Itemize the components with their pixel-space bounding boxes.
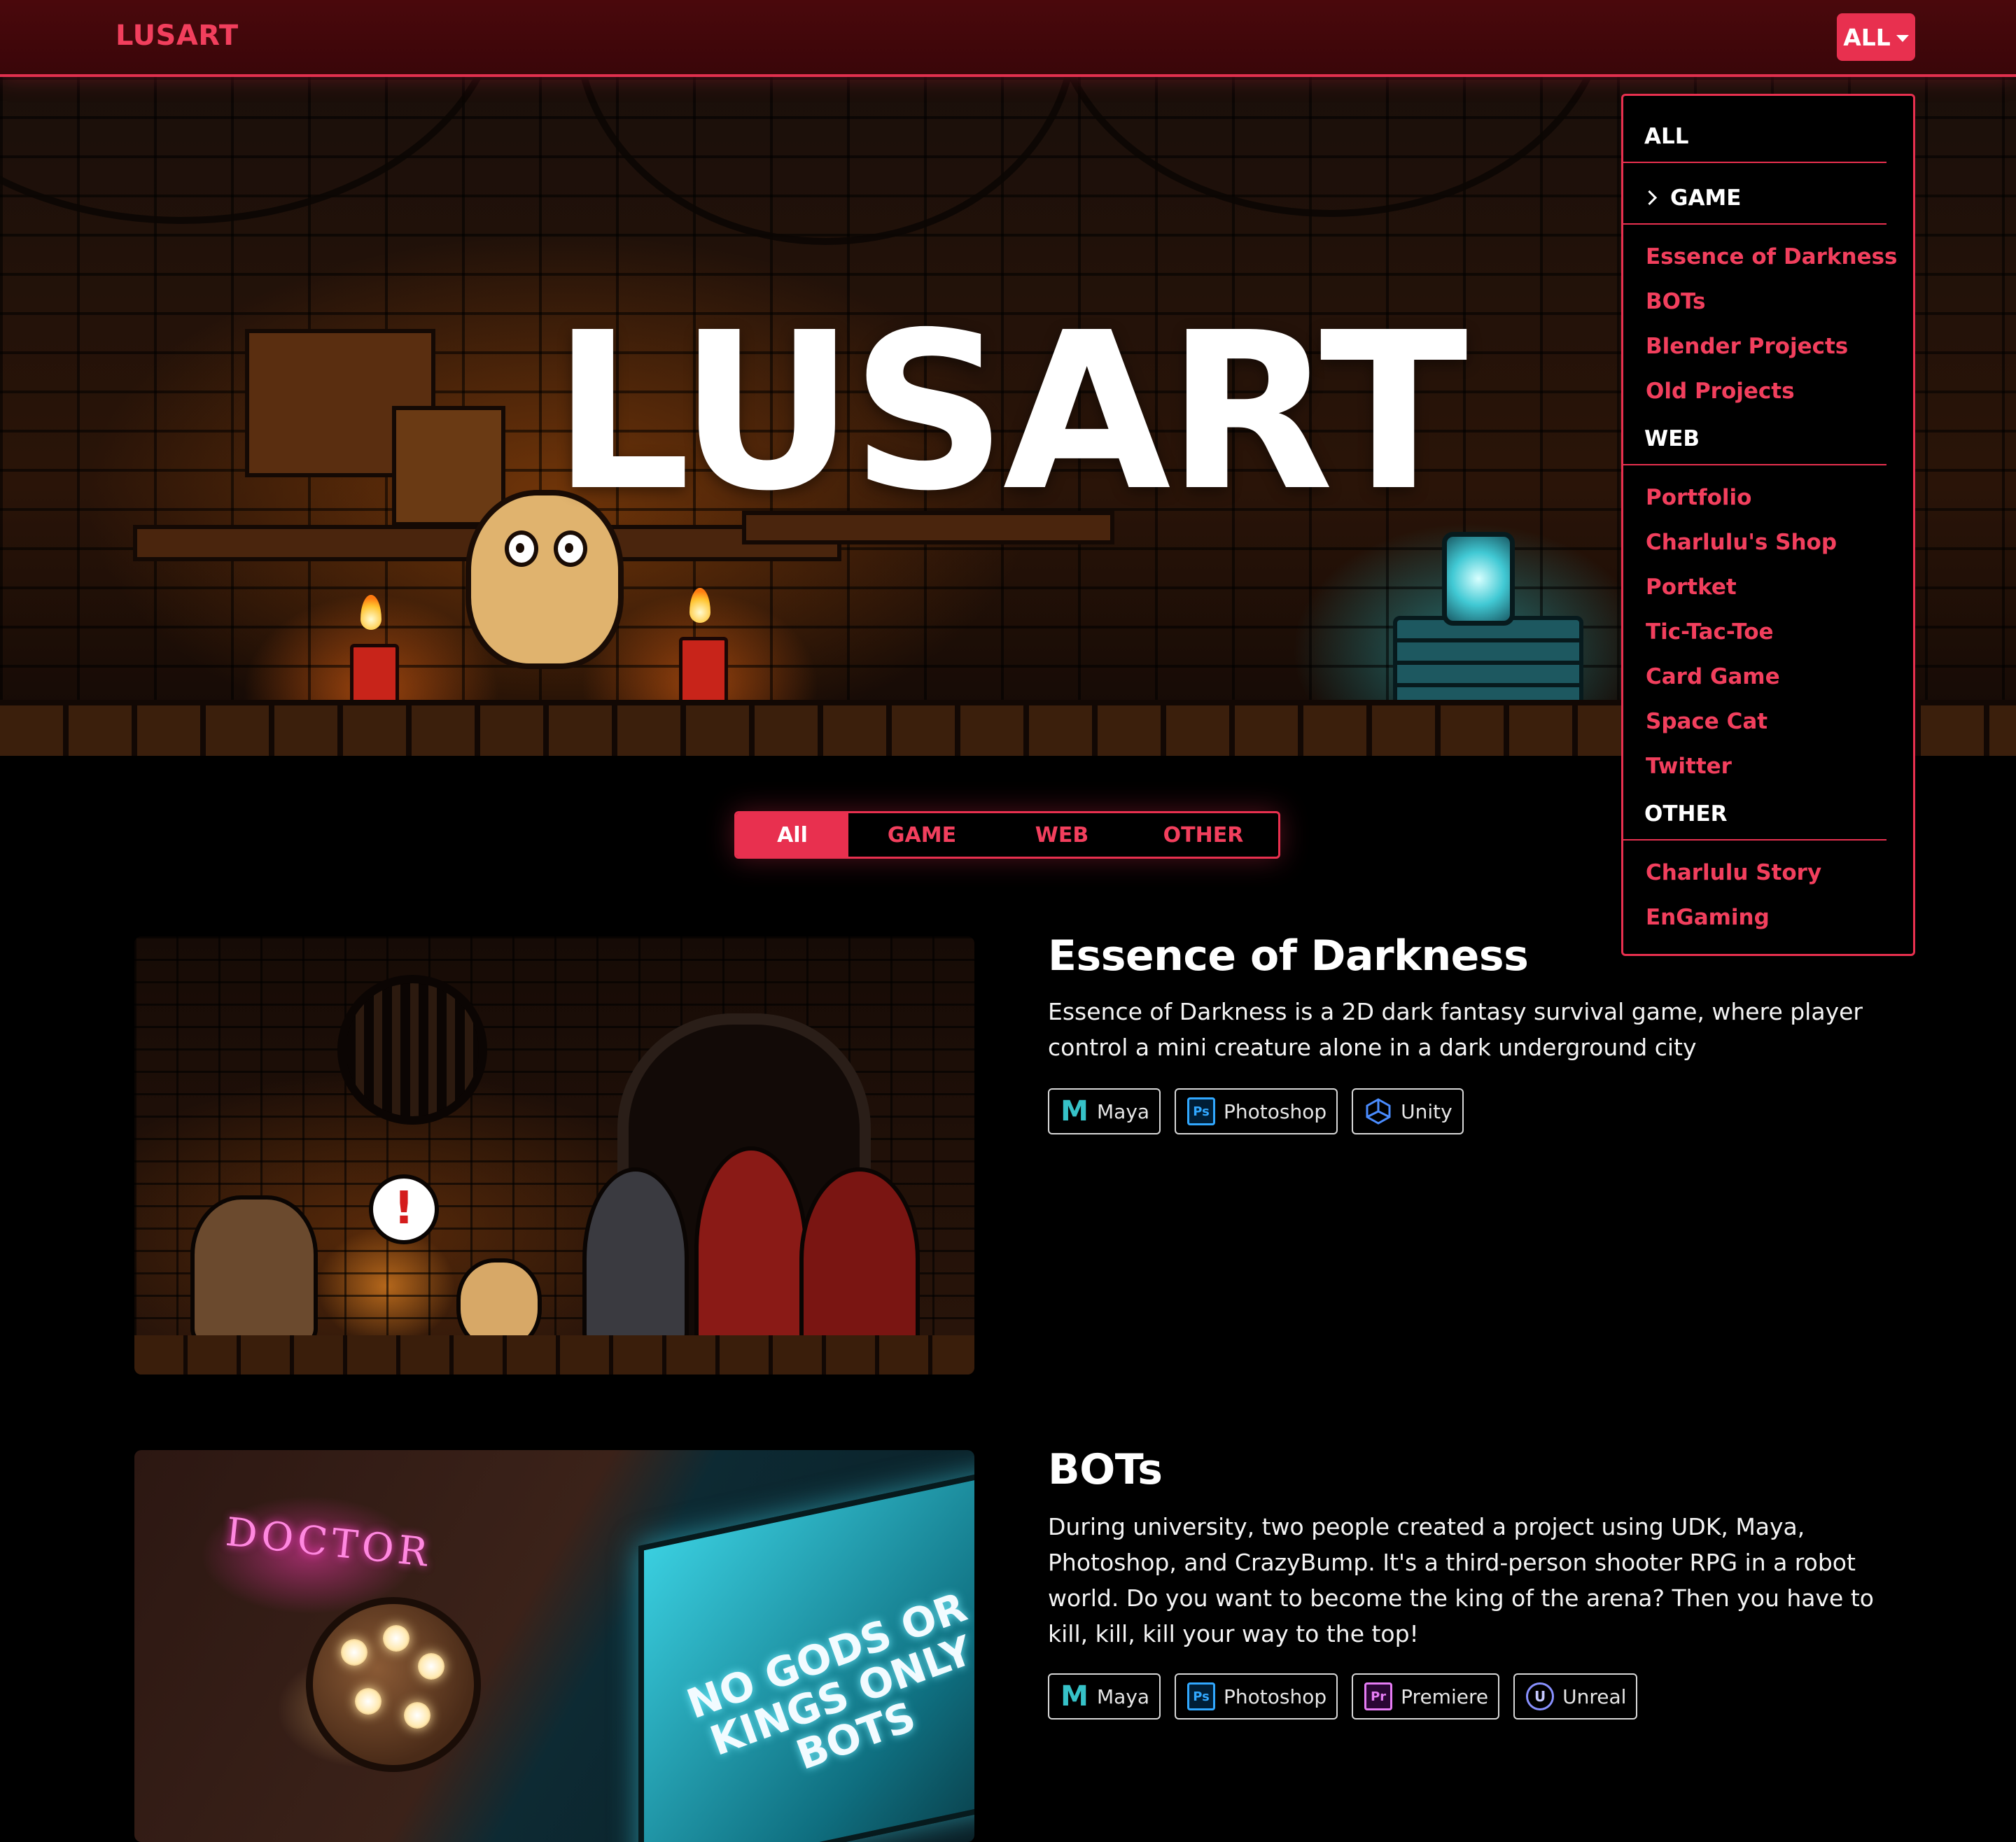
dropdown-item-blender-projects[interactable]: Blender Projects: [1646, 334, 1848, 359]
round-grate-window: [337, 975, 487, 1125]
character-figure: [190, 1195, 318, 1344]
hero-books: [1393, 616, 1583, 708]
tag-unity: Unity: [1352, 1088, 1464, 1134]
creature-eye: [505, 530, 538, 567]
tag-premiere: Pr Premiere: [1352, 1673, 1500, 1720]
dropdown-item-bots[interactable]: BOTs: [1646, 289, 1705, 314]
filter-tab-all[interactable]: All: [736, 813, 848, 857]
character-hooded: [694, 1146, 808, 1351]
tag-label: Maya: [1097, 1685, 1150, 1708]
exclamation-icon: !: [369, 1174, 439, 1244]
tag-label: Photoshop: [1224, 1099, 1327, 1123]
filter-tab-other[interactable]: OTHER: [1128, 813, 1278, 857]
dropdown-group-other[interactable]: OTHER: [1644, 801, 1728, 827]
tag-label: Maya: [1097, 1099, 1150, 1123]
dropdown-item-charlulus-shop[interactable]: Charlulu's Shop: [1646, 530, 1837, 555]
maya-icon: M: [1060, 1680, 1088, 1713]
photoshop-icon: Ps: [1187, 1682, 1216, 1710]
character-hooded: [799, 1167, 920, 1351]
character-ghost: [582, 1167, 689, 1351]
brand-logo[interactable]: LUSART: [115, 20, 239, 52]
chevron-right-icon: [1642, 190, 1658, 206]
unreal-icon: U: [1526, 1682, 1555, 1710]
tag-label: Photoshop: [1224, 1685, 1327, 1708]
dropdown-group-game[interactable]: GAME: [1642, 185, 1742, 211]
dropdown-item-twitter[interactable]: Twitter: [1646, 754, 1732, 779]
project-title[interactable]: Essence of Darkness: [1048, 935, 1529, 977]
dropdown-divider: [1623, 839, 1886, 841]
dropdown-item-portket[interactable]: Portket: [1646, 575, 1737, 600]
dropdown-item-essence-of-darkness[interactable]: Essence of Darkness: [1646, 244, 1898, 269]
robot-light: [404, 1702, 430, 1729]
dropdown-group-web[interactable]: WEB: [1644, 426, 1700, 451]
filter-tab-web[interactable]: WEB: [995, 813, 1128, 857]
unity-icon: [1364, 1097, 1392, 1125]
tag-photoshop: Ps Photoshop: [1175, 1673, 1338, 1720]
tag-unreal: U Unreal: [1513, 1673, 1638, 1720]
project-title[interactable]: BOTs: [1048, 1449, 1163, 1491]
project-tags: M Maya Ps Photoshop Unity: [1048, 1088, 1464, 1134]
tag-label: Unity: [1401, 1099, 1452, 1123]
tag-photoshop: Ps Photoshop: [1175, 1088, 1338, 1134]
project-image-bots[interactable]: DOCTOR NO GODS OR KINGS ONLY BOTS: [134, 1450, 974, 1842]
dropdown-item-all[interactable]: ALL: [1644, 124, 1689, 149]
project-description: During university, two people created a …: [1048, 1513, 1874, 1647]
dropdown-item-tic-tac-toe[interactable]: Tic-Tac-Toe: [1646, 619, 1774, 645]
project-image-essence-of-darkness[interactable]: !: [134, 936, 974, 1375]
category-dropdown-button[interactable]: ALL: [1837, 13, 1915, 61]
dropdown-item-space-cat[interactable]: Space Cat: [1646, 709, 1768, 734]
dropdown-item-card-game[interactable]: Card Game: [1646, 664, 1780, 689]
tag-label: Unreal: [1562, 1685, 1627, 1708]
lantern-icon: [1442, 532, 1515, 626]
category-filter-tabs: All GAME WEB OTHER: [734, 811, 1280, 859]
project-description: Essence of Darkness is a 2D dark fantasy…: [1048, 998, 1863, 1061]
dropdown-divider: [1623, 464, 1886, 465]
robot-light: [355, 1688, 382, 1715]
tag-label: Premiere: [1401, 1685, 1489, 1708]
candle: [679, 637, 728, 707]
dropdown-divider: [1623, 223, 1886, 225]
project-tags: M Maya Ps Photoshop Pr Premiere U Unreal: [1048, 1673, 1638, 1720]
filter-tab-game[interactable]: GAME: [848, 813, 995, 857]
image-floor: [134, 1335, 974, 1375]
dropdown-item-engaming[interactable]: EnGaming: [1646, 905, 1770, 930]
tag-maya: M Maya: [1048, 1088, 1161, 1134]
category-dropdown-menu: ALL GAME Essence of Darkness BOTs Blende…: [1621, 94, 1915, 956]
maya-icon: M: [1060, 1095, 1088, 1127]
caret-down-icon: [1896, 35, 1909, 42]
photoshop-icon: Ps: [1187, 1097, 1216, 1125]
dropdown-item-charlulu-story[interactable]: Charlulu Story: [1646, 860, 1821, 885]
robot-light: [383, 1625, 410, 1652]
neon-sign-text: DOCTOR: [223, 1509, 434, 1577]
top-navbar: LUSART ALL: [0, 0, 2016, 77]
robot-light: [418, 1653, 444, 1680]
dropdown-group-label: GAME: [1670, 185, 1742, 211]
dropdown-item-portfolio[interactable]: Portfolio: [1646, 485, 1751, 510]
dropdown-item-old-projects[interactable]: Old Projects: [1646, 379, 1795, 404]
tag-maya: M Maya: [1048, 1673, 1161, 1720]
robot-light: [341, 1639, 368, 1666]
robot-figure: [306, 1597, 481, 1772]
category-dropdown-label: ALL: [1843, 23, 1891, 51]
premiere-icon: Pr: [1364, 1682, 1393, 1710]
dropdown-divider: [1623, 162, 1886, 163]
